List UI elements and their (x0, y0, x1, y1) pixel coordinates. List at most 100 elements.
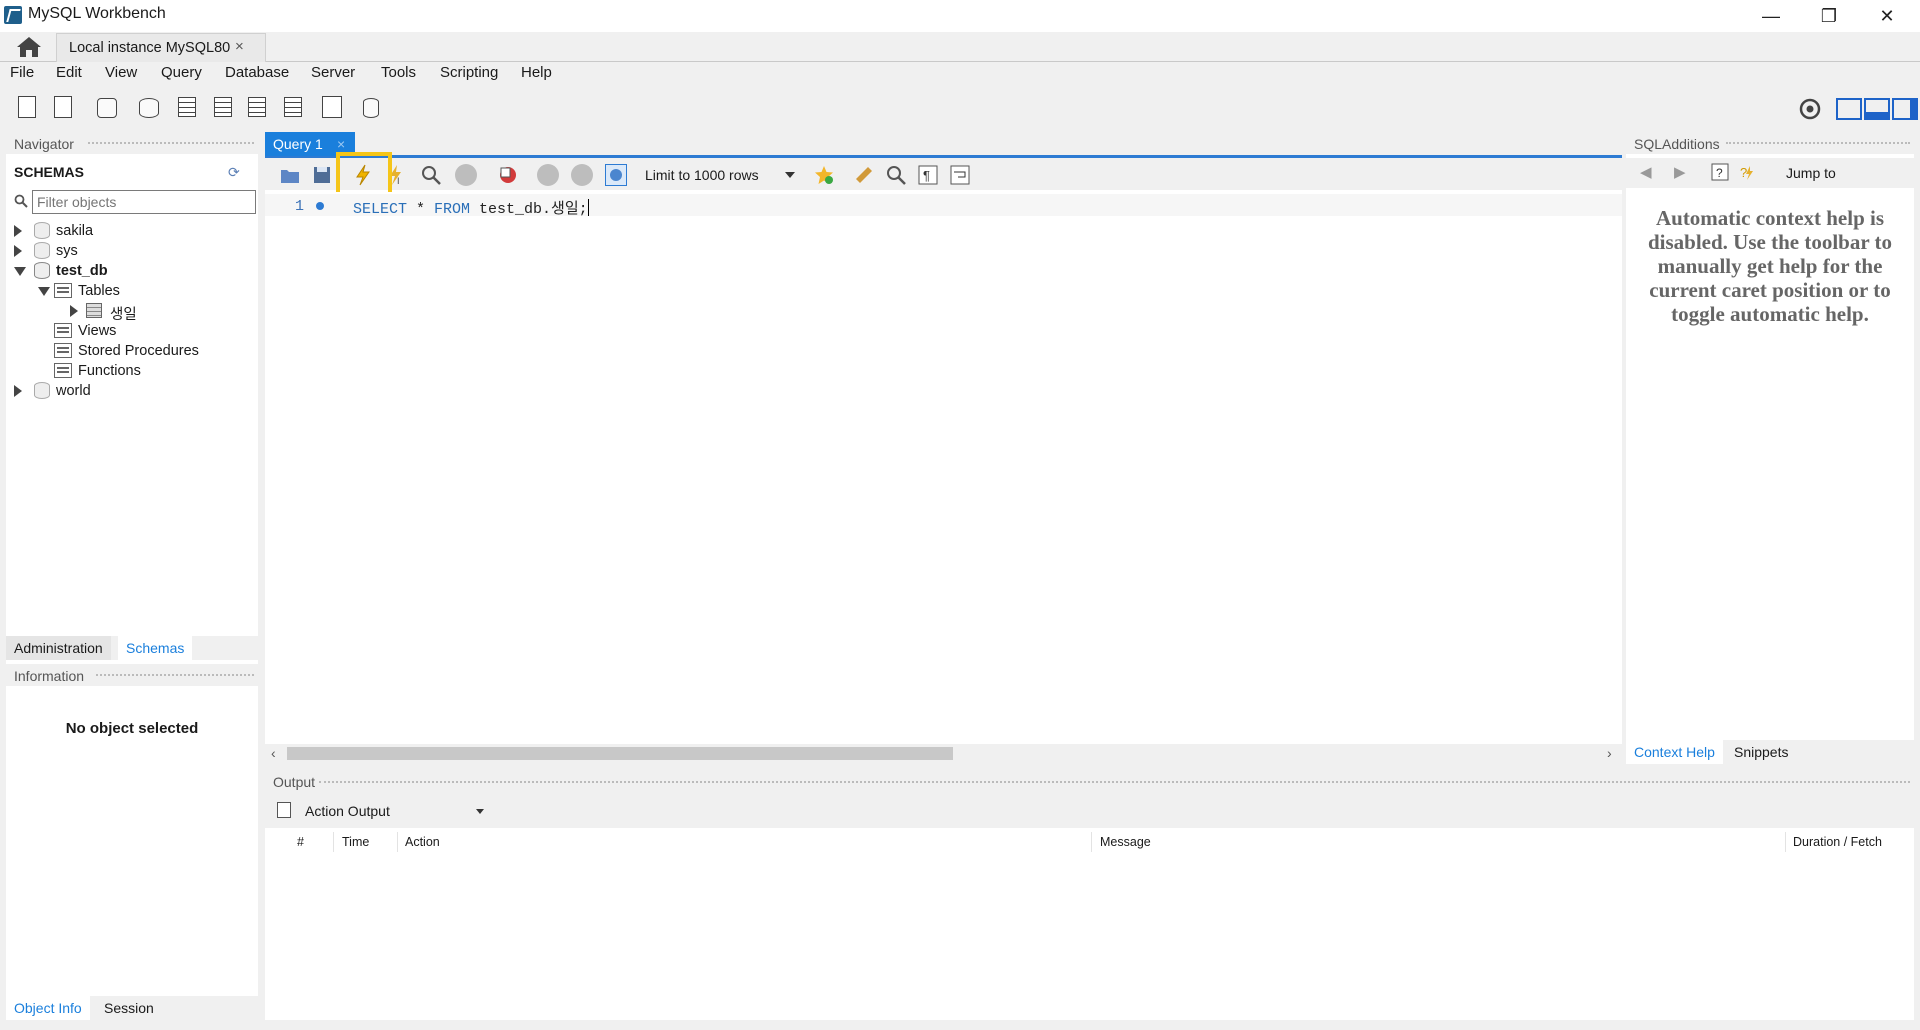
column-header-message[interactable]: Message (1100, 835, 1151, 849)
manual-help-icon[interactable]: ? (1710, 162, 1730, 182)
tree-schema-sys[interactable]: sys (14, 242, 254, 262)
open-file-icon[interactable] (279, 164, 301, 186)
query-editor-area: Query 1 × I Limit to 1000 rows ¶ 1 SELEC… (265, 132, 1622, 762)
copy-icon[interactable] (277, 802, 291, 818)
svg-text:?: ? (1740, 165, 1747, 180)
toggle-output-panel-icon[interactable] (1864, 98, 1890, 120)
toggle-continue-on-error-icon[interactable] (497, 164, 519, 186)
query-tab-label: Query 1 (273, 136, 323, 152)
views-folder-icon (54, 323, 72, 338)
tab-administration[interactable]: Administration (6, 636, 111, 660)
forward-arrow-icon[interactable]: ▶ (1674, 163, 1686, 181)
expand-arrow-icon[interactable] (70, 305, 78, 317)
minimize-button[interactable]: — (1742, 0, 1800, 32)
tree-folder-tables[interactable]: Tables (38, 282, 254, 302)
tree-schema-sakila[interactable]: sakila (14, 222, 254, 242)
create-table-icon[interactable] (170, 94, 198, 122)
output-title: Output (273, 774, 316, 790)
column-header-time[interactable]: Time (342, 835, 369, 849)
menu-view[interactable]: View (105, 64, 137, 81)
tree-label: 생일 (110, 307, 137, 323)
scroll-right-icon[interactable]: › (1607, 745, 1612, 761)
expand-arrow-icon[interactable] (14, 245, 22, 257)
create-view-icon[interactable] (206, 94, 234, 122)
svg-text:¶: ¶ (923, 168, 930, 183)
beautify-brush-icon[interactable] (853, 164, 875, 186)
tree-folder-functions[interactable]: Functions (38, 362, 254, 382)
settings-gear-icon[interactable] (1798, 97, 1822, 121)
chevron-down-icon[interactable] (785, 172, 795, 178)
limit-rows-select[interactable]: Limit to 1000 rows (645, 167, 759, 183)
menu-query[interactable]: Query (161, 64, 202, 81)
menu-file[interactable]: File (10, 64, 34, 81)
toggle-secondary-sidebar-icon[interactable] (1892, 98, 1918, 120)
filter-objects-input[interactable] (32, 190, 256, 214)
collapse-arrow-icon[interactable] (38, 287, 50, 296)
scroll-left-icon[interactable]: ‹ (271, 745, 276, 761)
chevron-down-icon[interactable] (476, 809, 484, 814)
sql-additions-tabs: Context Help Snippets (1626, 740, 1914, 764)
open-sql-script-icon[interactable] (50, 94, 78, 122)
horizontal-scrollbar[interactable]: ‹ › (265, 744, 1622, 762)
column-header-number[interactable]: # (297, 835, 304, 849)
sql-keyword-from: FROM (434, 201, 471, 218)
query-tab-close-icon[interactable]: × (337, 136, 345, 152)
tab-schemas[interactable]: Schemas (118, 636, 193, 660)
word-wrap-icon[interactable] (949, 164, 971, 186)
rollback-icon[interactable] (571, 164, 593, 186)
back-arrow-icon[interactable]: ◀ (1640, 163, 1652, 181)
create-schema-icon[interactable] (136, 94, 164, 122)
refresh-schemas-icon[interactable]: ⟳ (228, 164, 244, 180)
tree-label: test_db (56, 263, 108, 279)
explain-magnifier-icon[interactable] (420, 164, 442, 186)
reconnect-icon[interactable] (360, 94, 388, 122)
tab-context-help[interactable]: Context Help (1626, 740, 1723, 764)
tree-table-birthday[interactable]: 생일 (62, 302, 254, 323)
toggle-sidebar-icon[interactable] (1836, 98, 1862, 120)
menu-scripting[interactable]: Scripting (440, 64, 498, 81)
home-button[interactable] (12, 34, 46, 60)
commit-icon[interactable] (537, 164, 559, 186)
database-icon (34, 262, 50, 279)
menu-tools[interactable]: Tools (381, 64, 416, 81)
close-button[interactable]: ✕ (1858, 0, 1916, 32)
collapse-arrow-icon[interactable] (14, 267, 26, 276)
connection-tab-close-icon[interactable]: × (235, 38, 244, 55)
tree-folder-views[interactable]: Views (38, 322, 254, 342)
tree-folder-stored-procedures[interactable]: Stored Procedures (38, 342, 254, 362)
tab-object-info[interactable]: Object Info (6, 996, 90, 1020)
create-function-icon[interactable] (276, 94, 304, 122)
menu-edit[interactable]: Edit (56, 64, 82, 81)
sql-statement[interactable]: SELECT * FROM test_db.생일; (353, 197, 589, 218)
menu-help[interactable]: Help (521, 64, 552, 81)
tree-schema-world[interactable]: world (14, 382, 254, 402)
tab-snippets[interactable]: Snippets (1726, 740, 1796, 764)
stop-query-icon[interactable] (455, 164, 477, 186)
tree-label: Tables (78, 283, 120, 299)
sql-editor[interactable]: 1 SELECT * FROM test_db.생일; (265, 192, 1622, 742)
auto-commit-toggle-icon[interactable] (605, 164, 627, 186)
column-header-duration[interactable]: Duration / Fetch (1793, 835, 1882, 849)
menu-database[interactable]: Database (225, 64, 289, 81)
inspector-icon[interactable] (94, 94, 122, 122)
connection-tab[interactable]: Local instance MySQL80 × (56, 33, 266, 62)
scrollbar-thumb[interactable] (287, 747, 953, 760)
menu-server[interactable]: Server (311, 64, 355, 81)
search-table-data-icon[interactable] (318, 94, 346, 122)
add-snippet-star-icon[interactable] (813, 164, 835, 186)
new-sql-tab-icon[interactable] (14, 94, 42, 122)
create-procedure-icon[interactable] (240, 94, 268, 122)
column-header-action[interactable]: Action (405, 835, 440, 849)
invisible-characters-icon[interactable]: ¶ (917, 164, 939, 186)
expand-arrow-icon[interactable] (14, 225, 22, 237)
jump-to-select[interactable]: Jump to (1786, 165, 1836, 181)
save-icon[interactable] (311, 164, 333, 186)
output-type-select[interactable]: Action Output (305, 803, 390, 819)
auto-help-icon[interactable]: ? (1738, 162, 1758, 182)
expand-arrow-icon[interactable] (14, 385, 22, 397)
tab-session[interactable]: Session (96, 996, 162, 1020)
connection-tab-label: Local instance MySQL80 (69, 40, 231, 56)
tree-schema-test-db[interactable]: test_db (14, 262, 254, 282)
maximize-button[interactable]: ❐ (1800, 0, 1858, 32)
find-magnifier-icon[interactable] (885, 164, 907, 186)
